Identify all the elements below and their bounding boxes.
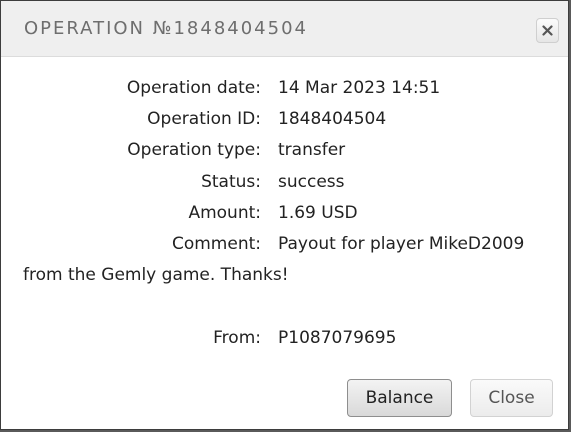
operation-type-value: transfer <box>278 140 346 160</box>
comment-label: Comment: <box>171 234 261 254</box>
balance-button[interactable]: Balance <box>347 379 452 417</box>
amount-label: Amount: <box>188 203 261 223</box>
operation-date-label: Operation date: <box>126 78 261 98</box>
status-value: success <box>278 172 345 192</box>
operation-type-label: Operation type: <box>127 140 261 160</box>
operation-dialog: OPERATION №1848404504 Operation date: 14… <box>0 0 569 430</box>
amount-value: 1.69 USD <box>278 203 358 223</box>
close-button[interactable]: Close <box>470 379 553 417</box>
operation-id-value: 1848404504 <box>278 109 387 129</box>
close-icon[interactable] <box>536 18 559 43</box>
from-label: From: <box>213 328 261 348</box>
comment-value-line2: from the Gemly game. Thanks! <box>23 265 289 285</box>
dialog-title: OPERATION №1848404504 <box>24 18 308 39</box>
operation-date-value: 14 Mar 2023 14:51 <box>278 78 441 98</box>
operation-id-label: Operation ID: <box>147 109 261 129</box>
comment-value-line1: Payout for player MikeD2009 <box>278 234 525 254</box>
status-label: Status: <box>201 172 261 192</box>
dialog-titlebar: OPERATION №1848404504 <box>1 1 568 57</box>
from-value: P1087079695 <box>278 328 397 348</box>
close-x-icon <box>542 25 553 36</box>
